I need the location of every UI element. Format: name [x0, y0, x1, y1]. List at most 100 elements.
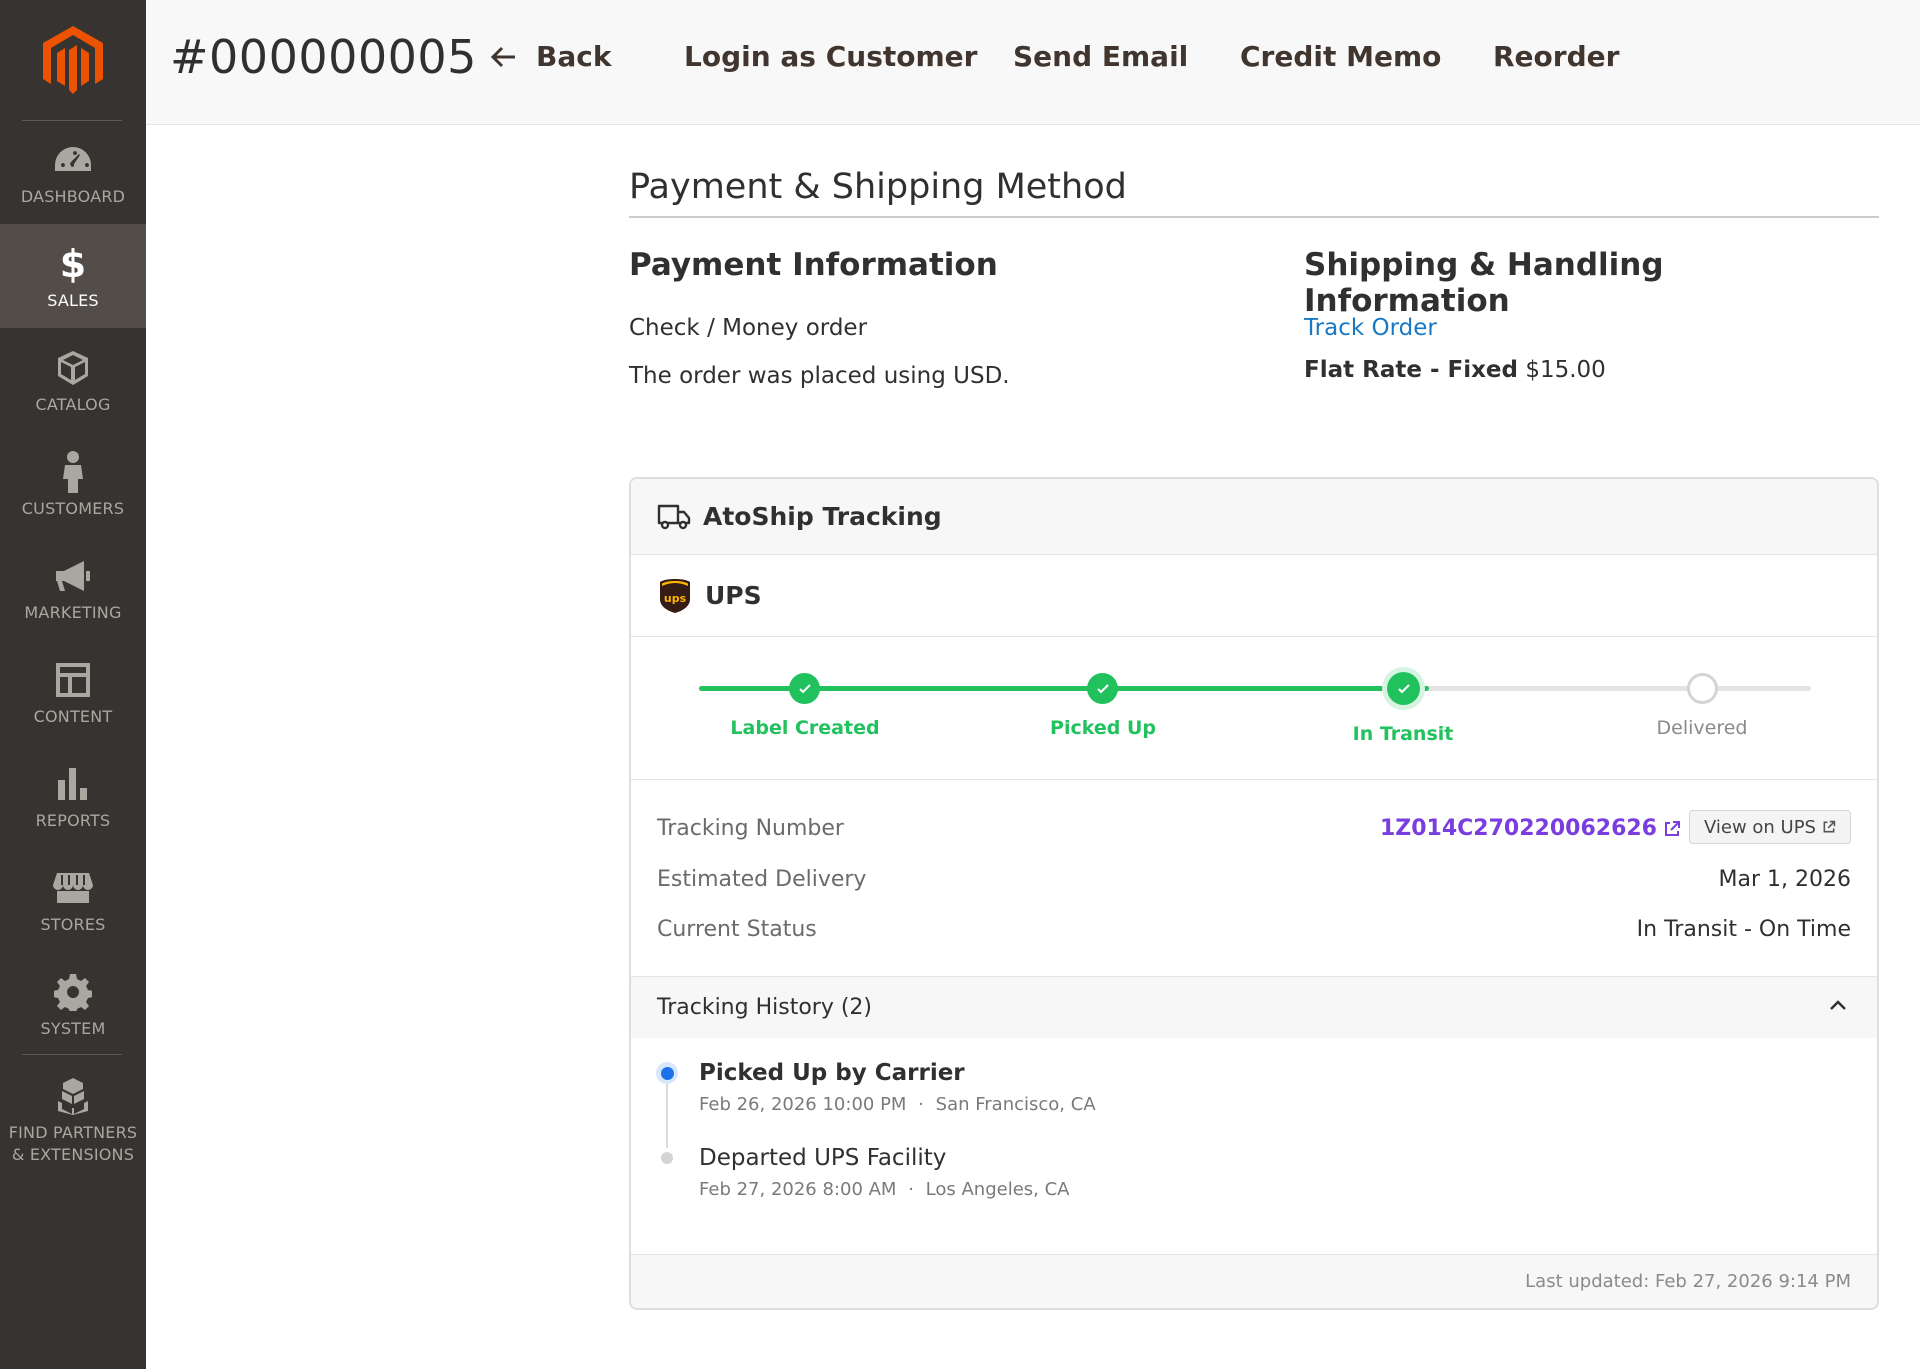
sidebar-item-dashboard[interactable]: DASHBOARD — [0, 120, 146, 224]
sidebar-item-label: FIND PARTNERS & EXTENSIONS — [9, 1122, 138, 1166]
history-event-meta: Feb 27, 2026 8:00 AM · Los Angeles, CA — [699, 1179, 1070, 1200]
tracking-history-title: Tracking History (2) — [657, 995, 873, 1020]
sidebar-item-label: MARKETING — [24, 603, 122, 622]
page-title: #000000005 — [170, 30, 477, 84]
sidebar-item-label: SYSTEM — [40, 1019, 106, 1038]
history-event-title: Picked Up by Carrier — [699, 1060, 965, 1086]
credit-memo-button[interactable]: Credit Memo — [1240, 40, 1441, 73]
section-title: Payment & Shipping Method — [629, 167, 1127, 207]
arrow-left-icon — [490, 46, 515, 67]
history-event-location: San Francisco, CA — [935, 1094, 1096, 1115]
svg-text:ups: ups — [664, 592, 687, 605]
currency-note: The order was placed using USD. — [629, 363, 1010, 389]
sidebar-item-reports[interactable]: REPORTS — [0, 744, 146, 848]
send-email-button[interactable]: Send Email — [1013, 40, 1188, 73]
storefront-icon — [50, 868, 96, 908]
last-updated: Last updated: Feb 27, 2026 9:14 PM — [1525, 1271, 1851, 1292]
section-divider — [629, 216, 1879, 218]
track-order-link[interactable]: Track Order — [1304, 315, 1437, 341]
truck-icon — [657, 504, 691, 529]
timeline-dot — [661, 1152, 673, 1164]
page-header: #000000005 Back Login as Customer Send E… — [146, 0, 1920, 125]
step-dot-picked-up — [1087, 673, 1118, 704]
ups-logo-icon: ups — [660, 578, 690, 613]
shipping-method-price: $15.00 — [1525, 357, 1606, 383]
sidebar-item-find-partners[interactable]: FIND PARTNERS & EXTENSIONS — [0, 1056, 146, 1176]
tracking-history-toggle[interactable]: Tracking History (2) — [631, 976, 1877, 1038]
carrier-name: UPS — [705, 581, 762, 610]
tracking-number-link[interactable]: 1Z014C270220062626 — [1380, 816, 1681, 841]
step-label-in-transit: In Transit — [1352, 723, 1454, 745]
sidebar-item-label: DASHBOARD — [20, 187, 126, 206]
magento-logo-icon — [43, 26, 103, 94]
reorder-button[interactable]: Reorder — [1493, 40, 1619, 73]
view-on-ups-label: View on UPS — [1703, 816, 1816, 838]
current-status-value: In Transit - On Time — [1636, 917, 1851, 942]
history-event-title: Departed UPS Facility — [699, 1145, 947, 1171]
sidebar-item-system[interactable]: SYSTEM — [0, 952, 146, 1056]
history-event-datetime: Feb 27, 2026 8:00 AM — [699, 1179, 897, 1200]
sidebar-item-customers[interactable]: CUSTOMERS — [0, 432, 146, 536]
step-dot-label-created — [789, 673, 820, 704]
sidebar-item-label: CONTENT — [33, 707, 113, 726]
sidebar-item-stores[interactable]: STORES — [0, 848, 146, 952]
back-button[interactable]: Back — [490, 40, 611, 73]
check-icon — [1397, 683, 1410, 693]
sidebar-item-content[interactable]: CONTENT — [0, 640, 146, 744]
check-icon — [1096, 683, 1109, 693]
dollar-icon: $ — [59, 242, 87, 286]
tracking-details: Tracking Number 1Z014C270220062626 View … — [631, 780, 1877, 976]
megaphone-icon — [50, 556, 96, 596]
current-status-label: Current Status — [657, 917, 817, 942]
timeline-dot-current-inner — [660, 1066, 674, 1080]
tracking-card: AtoShip Tracking ups UPS Label Created P… — [629, 477, 1879, 1310]
payment-info-title: Payment Information — [629, 247, 998, 283]
carrier-row: ups UPS — [631, 555, 1877, 637]
shipping-info-title: Shipping & Handling Information — [1304, 247, 1664, 319]
view-on-ups-button[interactable]: View on UPS — [1688, 810, 1851, 844]
sidebar-item-label-line1: FIND PARTNERS — [8, 1123, 138, 1142]
blocks-icon — [50, 1076, 96, 1116]
tracking-history-list: Picked Up by Carrier Feb 26, 2026 10:00 … — [631, 1038, 1877, 1258]
history-event-location: Los Angeles, CA — [925, 1179, 1070, 1200]
external-link-icon — [1823, 820, 1836, 833]
external-link-icon — [1665, 820, 1680, 836]
sidebar-item-sales[interactable]: $ SALES — [0, 224, 146, 328]
box-icon — [50, 348, 96, 388]
layout-icon — [50, 660, 96, 700]
tracking-progress: Label Created Picked Up In Transit Deliv… — [631, 637, 1877, 780]
step-label-delivered: Delivered — [1656, 717, 1748, 739]
sidebar-item-label: CUSTOMERS — [21, 499, 125, 518]
magento-logo[interactable] — [0, 0, 146, 120]
login-as-customer-button[interactable]: Login as Customer — [684, 40, 977, 73]
sidebar-item-label-line2: & EXTENSIONS — [11, 1145, 135, 1164]
tracking-number: 1Z014C270220062626 — [1379, 816, 1657, 841]
check-icon — [798, 683, 811, 693]
dashboard-icon — [50, 140, 96, 180]
person-icon — [50, 451, 96, 493]
step-dot-in-transit — [1382, 667, 1425, 710]
sidebar-item-label: REPORTS — [35, 811, 111, 830]
gear-icon — [50, 972, 96, 1012]
step-label-picked-up: Picked Up — [1050, 717, 1156, 739]
estimated-delivery-label: Estimated Delivery — [657, 867, 867, 892]
step-dot-in-transit-inner — [1387, 672, 1420, 705]
sidebar-item-label: CATALOG — [35, 395, 111, 414]
step-dot-delivered — [1687, 673, 1718, 704]
timeline-dot-current — [656, 1062, 678, 1084]
payment-method: Check / Money order — [629, 315, 868, 341]
admin-sidebar: DASHBOARD $ SALES CATALOG CUSTOMERS MARK… — [0, 0, 146, 1369]
tracking-number-label: Tracking Number — [657, 816, 844, 841]
sidebar-item-label: SALES — [47, 291, 99, 310]
sidebar-item-label: STORES — [40, 915, 106, 934]
back-button-label: Back — [536, 40, 612, 73]
shipping-method-label: Flat Rate - Fixed — [1304, 357, 1518, 383]
shipping-method: Flat Rate - Fixed $15.00 — [1304, 357, 1606, 383]
bar-chart-icon — [50, 764, 96, 804]
sidebar-item-catalog[interactable]: CATALOG — [0, 328, 146, 432]
sidebar-item-marketing[interactable]: MARKETING — [0, 536, 146, 640]
tracking-card-footer: Last updated: Feb 27, 2026 9:14 PM — [631, 1254, 1877, 1308]
tracking-card-title: AtoShip Tracking — [703, 502, 942, 531]
estimated-delivery-value: Mar 1, 2026 — [1718, 867, 1851, 892]
history-event-datetime: Feb 26, 2026 10:00 PM — [699, 1094, 907, 1115]
